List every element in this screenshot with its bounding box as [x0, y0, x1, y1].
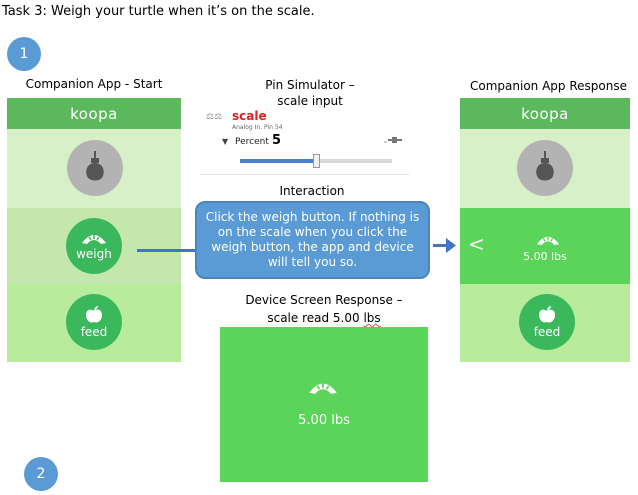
- connector-arrow-left: [137, 249, 195, 252]
- lamp-row: [7, 129, 181, 208]
- lightbulb-icon: [86, 151, 104, 181]
- percent-dropdown[interactable]: Percent: [235, 137, 269, 147]
- device-screen: 5.00 lbs: [220, 327, 428, 482]
- interaction-text: Click the weigh button. If nothing is on…: [205, 210, 420, 269]
- pin-value: 5: [272, 133, 282, 148]
- step-badge-2: 2: [24, 457, 58, 491]
- app-header: koopa: [7, 98, 181, 129]
- feed-button[interactable]: feed: [519, 294, 575, 350]
- scale-icon: [536, 236, 560, 246]
- lamp-button[interactable]: [67, 140, 123, 196]
- weigh-button[interactable]: weigh: [66, 218, 122, 274]
- task-title: Task 3: Weigh your turtle when it’s on t…: [2, 4, 315, 19]
- feed-row: feed: [460, 284, 630, 362]
- response-reading: 5.00 lbs: [523, 250, 567, 263]
- value-slider[interactable]: [240, 154, 392, 168]
- pin-simulator-caption: Pin Simulator – scale input: [240, 77, 380, 109]
- lamp-button[interactable]: [517, 140, 573, 196]
- pin-caption-line2: scale input: [277, 94, 343, 108]
- chevron-down-icon[interactable]: ▼: [222, 137, 228, 146]
- companion-app-start: koopa weigh feed: [7, 98, 181, 362]
- device-caption-unit: lbs: [363, 311, 381, 325]
- scale-icon: [309, 383, 337, 394]
- connector-arrow-right-shaft: [433, 244, 447, 247]
- device-screen-caption: Device Screen Response – scale read 5.00…: [220, 291, 428, 327]
- pin-title: scale: [232, 109, 267, 123]
- pin-simulator-panel: ⚖⚖ scale Analog In. Pin 54 ▼ Percent 5 ⌄: [200, 109, 410, 175]
- feed-label: feed: [80, 324, 108, 339]
- device-caption-line1: Device Screen Response –: [245, 293, 403, 307]
- device-caption-line2: scale read 5.00 lbs: [220, 309, 428, 327]
- companion-start-caption: Companion App - Start: [25, 77, 163, 91]
- step-badge-1: 1: [7, 37, 41, 71]
- pin-caption-line1: Pin Simulator –: [265, 78, 355, 92]
- feed-row: feed: [7, 284, 181, 362]
- slider-fill: [240, 159, 316, 163]
- pin-subtitle: Analog In. Pin 54: [232, 124, 283, 131]
- lightbulb-icon: [536, 151, 554, 181]
- toggle-icon[interactable]: [388, 137, 402, 143]
- scale-icon: [82, 235, 106, 244]
- weigh-label: weigh: [76, 247, 112, 261]
- app-title: koopa: [521, 104, 569, 123]
- lamp-row: [460, 129, 630, 208]
- scale-sensor-icon: ⚖⚖: [206, 112, 223, 122]
- feed-button[interactable]: feed: [66, 294, 122, 350]
- weigh-result-row: < 5.00 lbs: [460, 208, 630, 284]
- arrow-head-icon: [446, 238, 456, 253]
- apple-icon: [539, 305, 555, 323]
- feed-label: feed: [533, 324, 561, 339]
- device-reading: 5.00 lbs: [298, 413, 350, 428]
- interaction-callout: Click the weigh button. If nothing is on…: [195, 201, 430, 279]
- weigh-row: weigh: [7, 208, 181, 284]
- interaction-title: Interaction: [279, 184, 345, 198]
- app-header: koopa: [460, 98, 630, 129]
- companion-response-caption: Companion App Response: [470, 79, 627, 93]
- apple-icon: [86, 305, 102, 323]
- app-title: koopa: [70, 104, 118, 123]
- device-caption-prefix: scale read 5.00: [267, 311, 364, 325]
- slider-handle[interactable]: [313, 154, 320, 168]
- companion-app-response: koopa < 5.00 lbs feed: [460, 98, 630, 362]
